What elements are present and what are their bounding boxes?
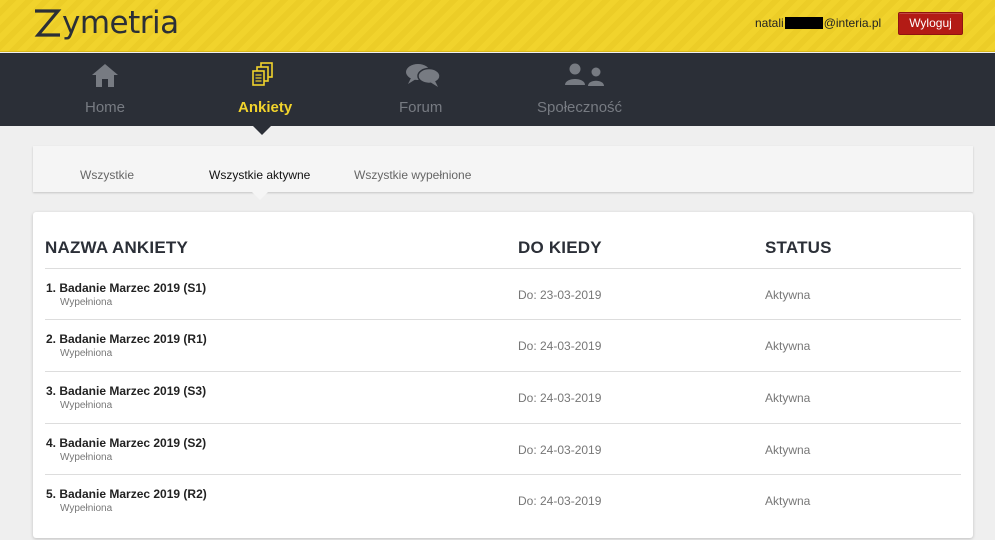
survey-title[interactable]: 4. Badanie Marzec 2019 (S2) (46, 436, 206, 450)
table-row[interactable]: 1. Badanie Marzec 2019 (S1) Wypełniona D… (33, 269, 973, 321)
column-header-deadline: DO KIEDY (518, 238, 602, 257)
tab-wszystkie-aktywne[interactable]: Wszystkie aktywne (209, 168, 310, 182)
survey-deadline: Do: 24-03-2019 (518, 443, 602, 457)
survey-deadline: Do: 23-03-2019 (518, 288, 602, 302)
survey-substatus: Wypełniona (60, 297, 113, 308)
survey-status: Aktywna (765, 288, 811, 302)
filter-tabs: Wszystkie Wszystkie aktywne Wszystkie wy… (33, 146, 973, 192)
main-nav: Home Ankiety Forum Społeczność (0, 53, 995, 126)
top-bar: ymetria natali @interia.pl Wyloguj (0, 0, 995, 52)
nav-item-ankiety[interactable]: Ankiety (225, 53, 305, 126)
table-row[interactable]: 4. Badanie Marzec 2019 (S2) Wypełniona D… (33, 424, 973, 476)
logo[interactable]: ymetria (32, 4, 179, 42)
survey-deadline: Do: 24-03-2019 (518, 391, 602, 405)
survey-status: Aktywna (765, 339, 811, 353)
nav-label-home: Home (85, 99, 126, 116)
chat-bubbles-icon (405, 62, 441, 88)
survey-substatus: Wypełniona (60, 400, 113, 411)
survey-deadline: Do: 24-03-2019 (518, 494, 602, 508)
tab-wszystkie[interactable]: Wszystkie (80, 168, 134, 182)
survey-status: Aktywna (765, 391, 811, 405)
active-tab-indicator (252, 192, 268, 200)
survey-status: Aktywna (765, 494, 811, 508)
survey-substatus: Wypełniona (60, 452, 113, 463)
column-header-name: NAZWA ANKIETY (45, 238, 188, 257)
survey-title[interactable]: 1. Badanie Marzec 2019 (S1) (46, 281, 206, 295)
column-header-status: STATUS (765, 238, 832, 257)
survey-deadline: Do: 24-03-2019 (518, 339, 602, 353)
table-row[interactable]: 3. Badanie Marzec 2019 (S3) Wypełniona D… (33, 372, 973, 424)
tab-wszystkie-wypelnione[interactable]: Wszystkie wypełnione (354, 168, 471, 182)
user-email-prefix: natali (755, 16, 784, 30)
table-row[interactable]: 2. Badanie Marzec 2019 (R1) Wypełniona D… (33, 320, 973, 372)
users-icon (563, 62, 607, 88)
documents-icon (252, 62, 274, 88)
nav-label-spolecznosc: Społeczność (537, 99, 623, 116)
nav-label-ankiety: Ankiety (238, 99, 293, 116)
surveys-table: NAZWA ANKIETY DO KIEDY STATUS 1. Badanie… (33, 212, 973, 538)
nav-label-forum: Forum (399, 99, 443, 116)
survey-title[interactable]: 5. Badanie Marzec 2019 (R2) (46, 487, 207, 501)
logo-z-mark (34, 9, 62, 37)
survey-title[interactable]: 2. Badanie Marzec 2019 (R1) (46, 332, 207, 346)
table-row[interactable]: 5. Badanie Marzec 2019 (R2) Wypełniona D… (33, 475, 973, 527)
nav-item-spolecznosc[interactable]: Społeczność (530, 53, 630, 126)
survey-status: Aktywna (765, 443, 811, 457)
active-nav-indicator (253, 126, 271, 135)
nav-item-forum[interactable]: Forum (390, 53, 460, 126)
logout-button[interactable]: Wyloguj (898, 12, 963, 35)
logo-text: ymetria (62, 5, 179, 41)
survey-title[interactable]: 3. Badanie Marzec 2019 (S3) (46, 384, 206, 398)
redaction-bar (784, 17, 823, 29)
survey-substatus: Wypełniona (60, 503, 113, 514)
survey-substatus: Wypełniona (60, 348, 113, 359)
user-email: natali @interia.pl (755, 15, 881, 31)
nav-item-home[interactable]: Home (70, 53, 140, 126)
user-email-suffix: @interia.pl (823, 16, 882, 30)
home-icon (90, 62, 120, 88)
